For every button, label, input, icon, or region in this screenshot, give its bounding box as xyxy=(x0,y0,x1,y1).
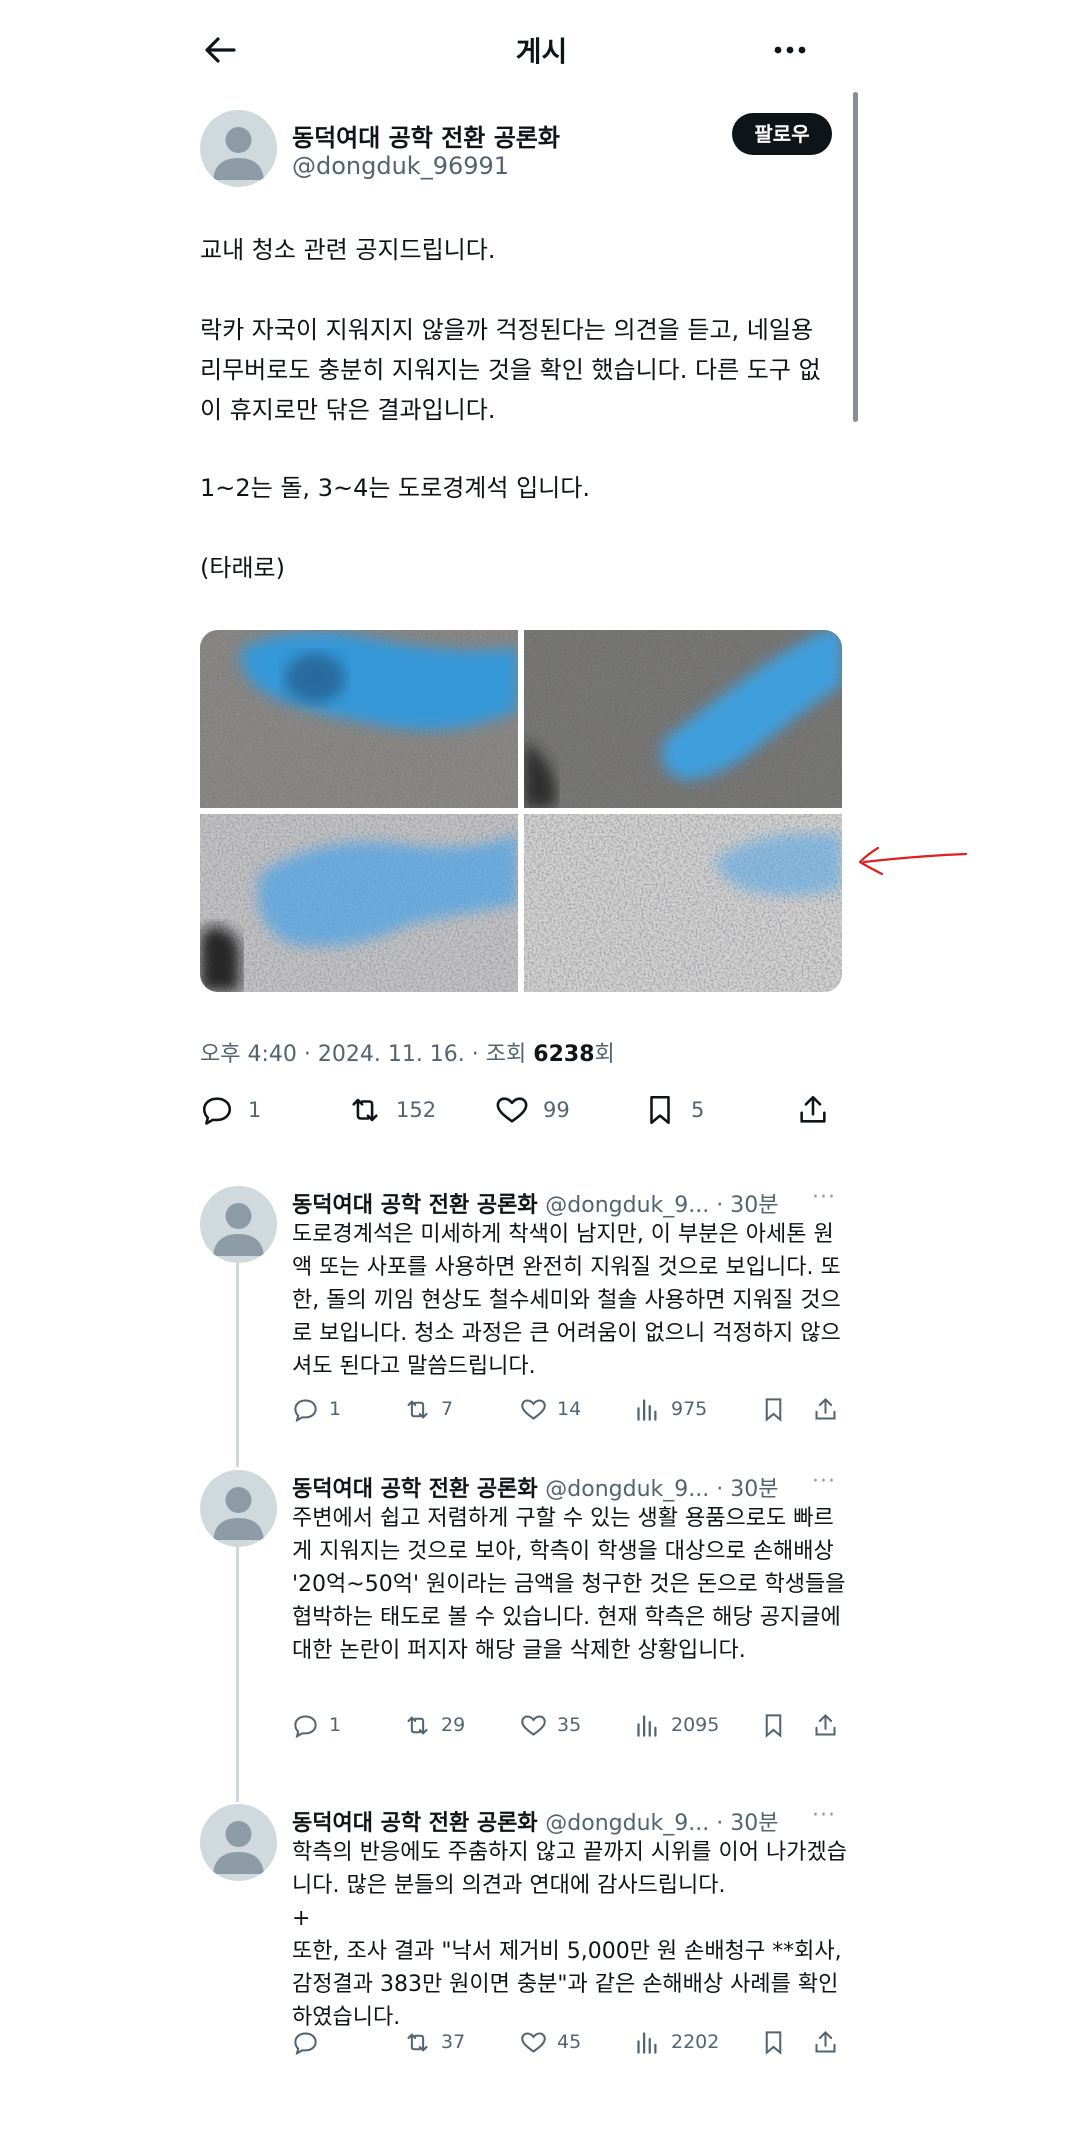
default-avatar-icon xyxy=(213,1821,264,1874)
like-icon xyxy=(496,1097,528,1123)
views-button[interactable]: 975 xyxy=(634,1394,707,1424)
bookmark-icon xyxy=(650,1095,670,1125)
repost-button[interactable]: 7 xyxy=(404,1394,453,1424)
post-actions: 1 152 99 5 xyxy=(200,1090,845,1130)
views-button[interactable]: 2202 xyxy=(634,2027,719,2057)
share-button[interactable] xyxy=(812,2027,849,2057)
thread-line xyxy=(236,1262,239,1467)
bookmark-icon xyxy=(765,2030,782,2055)
top-bar: 게시 xyxy=(0,0,1083,100)
author-name[interactable]: 동덕여대 공학 전환 공론화 xyxy=(292,118,560,153)
bookmark-icon xyxy=(765,1397,782,1422)
post-image-1[interactable] xyxy=(200,630,518,808)
reply-actions: 37 45 2202 xyxy=(292,2027,852,2057)
post-text-line: 교내 청소 관련 공지드립니다. xyxy=(200,236,496,264)
reply-button[interactable]: 1 xyxy=(292,1710,341,1740)
views-button[interactable]: 2095 xyxy=(634,1710,719,1740)
repost-icon xyxy=(407,1715,428,1735)
views-icon xyxy=(637,1714,657,1737)
bookmark-icon xyxy=(765,1713,782,1738)
default-avatar-icon xyxy=(213,127,264,180)
post-image-2[interactable] xyxy=(524,630,842,808)
share-icon xyxy=(800,1095,826,1123)
reply-author[interactable]: 동덕여대 공학 전환 공론화 @dongduk_9... · 30분 xyxy=(292,1471,778,1503)
follow-button[interactable]: 팔로우 xyxy=(732,113,832,155)
more-icon[interactable]: ··· xyxy=(812,1185,836,1210)
like-icon xyxy=(521,1714,546,1736)
repost-button[interactable]: 29 xyxy=(404,1710,465,1740)
page-title: 게시 xyxy=(515,35,568,68)
share-button[interactable] xyxy=(812,1710,849,1740)
more-icon[interactable]: ··· xyxy=(812,1803,836,1828)
post-image-3[interactable] xyxy=(200,814,518,992)
default-avatar-icon xyxy=(213,1203,264,1256)
reply-text: 학측의 반응에도 주춤하지 않고 끝까지 시위를 이어 나가겠습니다. 많은 분… xyxy=(292,1840,847,2030)
reply-icon xyxy=(202,1097,232,1125)
repost-button[interactable]: 37 xyxy=(404,2027,465,2057)
reply-icon xyxy=(294,2031,317,2055)
reply-button[interactable]: 1 xyxy=(292,1394,341,1424)
thread-line xyxy=(236,1545,239,1802)
bookmark-button[interactable] xyxy=(760,1394,797,1424)
share-button[interactable] xyxy=(812,1394,849,1424)
reply-icon xyxy=(294,1398,317,1422)
author-handle[interactable]: @dongduk_96991 xyxy=(292,152,509,180)
avatar[interactable] xyxy=(200,1804,277,1881)
reply-author[interactable]: 동덕여대 공학 전환 공론화 @dongduk_9... · 30분 xyxy=(292,1805,778,1837)
more-icon[interactable] xyxy=(770,30,810,70)
bookmark-button[interactable] xyxy=(760,2027,797,2057)
post-meta: 오후 4:40 · 2024. 11. 16. · 조회 6238회 xyxy=(200,1042,615,1067)
avatar[interactable] xyxy=(200,1470,277,1547)
like-button[interactable]: 45 xyxy=(520,2027,581,2057)
share-icon xyxy=(815,2030,836,2053)
view-count: 6238 xyxy=(533,1042,595,1067)
reply-text: 도로경계석은 미세하게 착색이 남지만, 이 부분은 아세톤 원액 또는 사포를… xyxy=(292,1222,841,1379)
reply-author[interactable]: 동덕여대 공학 전환 공론화 @dongduk_9... · 30분 xyxy=(292,1187,778,1219)
avatar[interactable] xyxy=(200,110,277,187)
post-text-line: (타래로) xyxy=(200,554,285,582)
avatar[interactable] xyxy=(200,1186,277,1263)
repost-icon xyxy=(352,1098,378,1122)
reply-button[interactable]: 1 xyxy=(200,1090,261,1130)
like-button[interactable]: 35 xyxy=(520,1710,581,1740)
share-icon xyxy=(815,1397,836,1420)
more-icon[interactable]: ··· xyxy=(812,1469,836,1494)
reply-actions: 1 7 14 975 xyxy=(292,1394,852,1424)
reply-text: 주변에서 쉽고 저렴하게 구할 수 있는 생활 용품으로도 빠르게 지워지는 것… xyxy=(292,1506,846,1663)
default-avatar-icon xyxy=(213,1487,264,1540)
reply-button[interactable] xyxy=(292,2027,329,2057)
share-icon xyxy=(815,1713,836,1736)
reply-actions: 1 29 35 2095 xyxy=(292,1710,852,1740)
repost-button[interactable]: 152 xyxy=(348,1090,436,1130)
like-icon xyxy=(521,1398,546,1420)
scrollbar[interactable] xyxy=(853,92,858,422)
repost-icon xyxy=(407,2032,428,2052)
post-image-4[interactable] xyxy=(524,814,842,992)
post-text-line: 1~2는 돌, 3~4는 도로경계석 입니다. xyxy=(200,474,590,502)
views-icon xyxy=(637,2031,657,2054)
bookmark-button[interactable] xyxy=(760,1710,797,1740)
share-button[interactable] xyxy=(796,1090,844,1130)
like-button[interactable]: 14 xyxy=(520,1394,581,1424)
post-image-grid xyxy=(200,630,842,992)
reply-icon xyxy=(294,1714,317,1738)
like-icon xyxy=(521,2031,546,2053)
bookmark-button[interactable]: 5 xyxy=(643,1090,704,1130)
like-button[interactable]: 99 xyxy=(495,1090,570,1130)
post-text-paragraph: 락카 자국이 지워지지 않을까 걱정된다는 의견을 듣고, 네일용 리무버로도 … xyxy=(200,316,821,424)
views-icon xyxy=(637,1398,657,1421)
repost-icon xyxy=(407,1399,428,1419)
annotation-arrow-icon xyxy=(858,846,968,876)
